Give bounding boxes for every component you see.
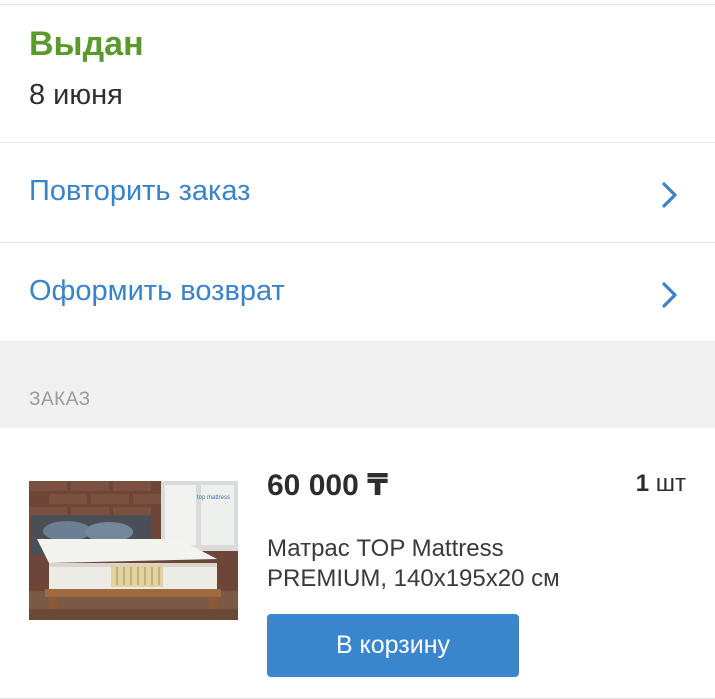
order-status: Выдан	[29, 25, 144, 63]
product-image[interactable]: top mattress	[29, 481, 238, 620]
add-to-cart-button[interactable]: В корзину	[267, 614, 519, 677]
repeat-order-label[interactable]: Повторить заказ	[29, 175, 250, 208]
product-quantity: 1 шт	[636, 470, 686, 498]
product-name[interactable]: Матрас TOP Mattress PREMIUM, 140x195x20 …	[267, 534, 607, 594]
product-price: 60 000 ₸	[267, 469, 388, 502]
add-to-cart-label: В корзину	[335, 631, 451, 659]
quantity-number: 1	[635, 470, 650, 497]
quantity-unit: шт	[655, 470, 686, 497]
order-status-block: Выдан 8 июня	[0, 5, 715, 143]
product-logo: top mattress	[197, 495, 230, 501]
chevron-right-icon	[661, 281, 679, 309]
return-order-label[interactable]: Оформить возврат	[29, 275, 285, 308]
order-section-header: ЗАКАЗ	[0, 341, 715, 428]
order-section-title: ЗАКАЗ	[29, 389, 91, 410]
repeat-order-row[interactable]: Повторить заказ	[0, 143, 715, 243]
order-item: top mattress 60 000 ₸ 1 шт Матрас TOP Ma…	[0, 428, 715, 699]
return-order-row[interactable]: Оформить возврат	[0, 243, 715, 341]
order-status-date: 8 июня	[29, 79, 123, 111]
chevron-right-icon	[661, 181, 679, 209]
